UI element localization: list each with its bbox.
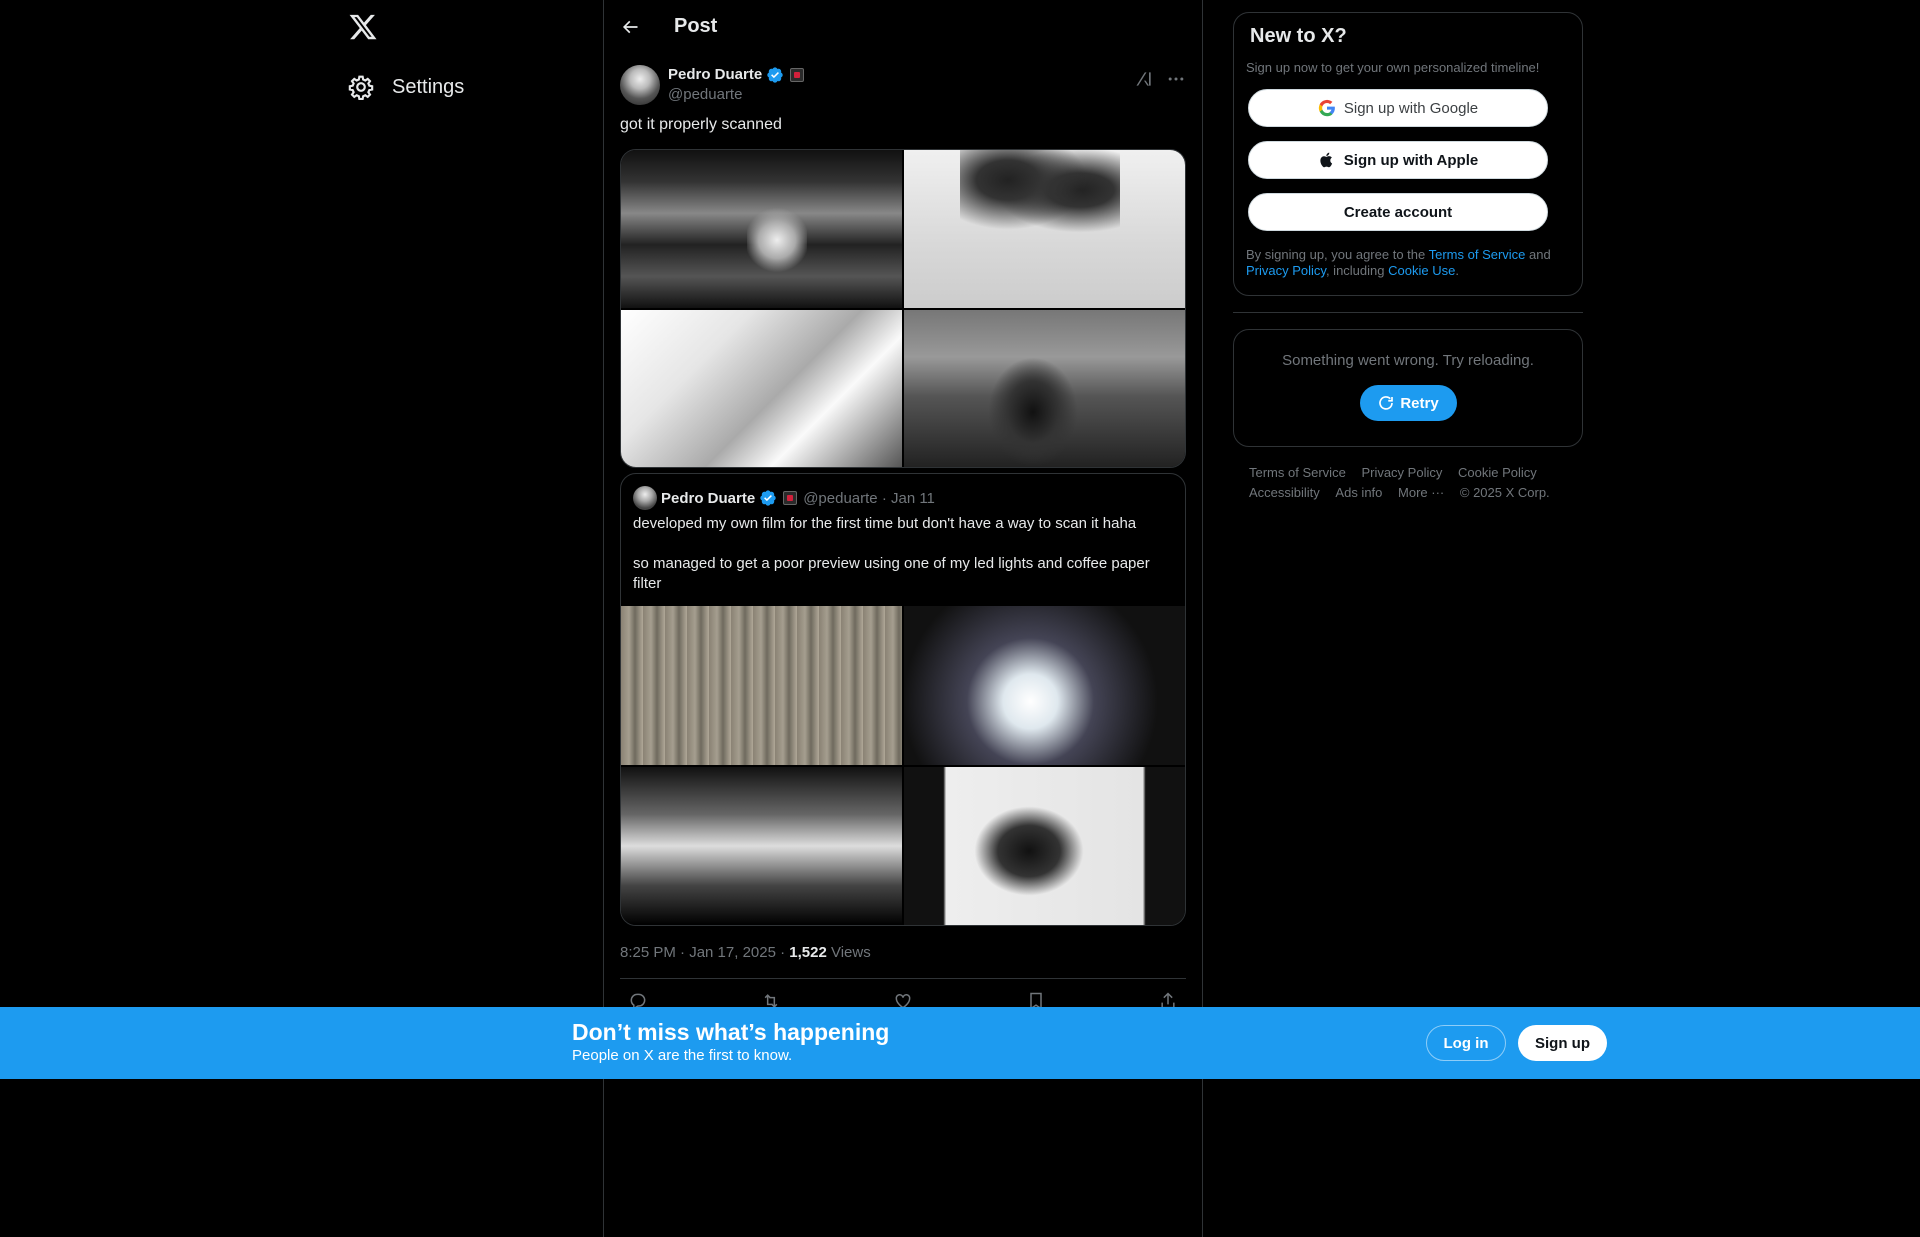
views-label: Views — [826, 944, 871, 961]
google-signup-button[interactable]: Sign up with Google — [1248, 89, 1548, 127]
photo-coffee-filter[interactable] — [621, 606, 902, 765]
top-bar: Post — [604, 0, 1202, 53]
apple-icon — [1320, 152, 1332, 168]
terms-link[interactable]: Terms of Service — [1429, 247, 1526, 262]
quoted-tweet[interactable]: Pedro Duarte @peduarte · Jan 11 develope… — [620, 473, 1186, 926]
footer-link[interactable]: Cookie Policy — [1458, 463, 1537, 483]
divider — [1233, 312, 1583, 313]
quote-avatar — [633, 486, 657, 510]
apple-signup-label: Sign up with Apple — [1343, 151, 1479, 169]
privacy-link[interactable]: Privacy Policy — [1246, 263, 1326, 278]
login-button[interactable]: Log in — [1426, 1025, 1506, 1061]
avatar[interactable] — [620, 65, 660, 105]
photo-negative-palms[interactable] — [904, 766, 1185, 925]
create-account-button[interactable]: Create account — [1248, 193, 1548, 231]
legal-text: , including — [1325, 263, 1389, 278]
quote-author-name: Pedro Duarte — [661, 489, 756, 507]
footer-link[interactable]: Terms of Service — [1249, 463, 1346, 483]
photo-paper-lanterns[interactable] — [621, 309, 902, 467]
footer-link[interactable]: Privacy Policy — [1361, 463, 1442, 483]
back-arrow-icon[interactable] — [620, 17, 640, 37]
tweet-header: Pedro Duarte @peduarte — [620, 53, 1186, 107]
tweet-text: got it properly scanned — [620, 116, 782, 133]
grok-icon[interactable] — [1134, 69, 1154, 89]
x-logo-icon[interactable] — [348, 12, 380, 44]
error-message: Something went wrong. Try reloading. — [1282, 352, 1534, 369]
legal-text: and — [1525, 247, 1551, 262]
photo-mascot-park[interactable] — [904, 309, 1185, 467]
photo-palm-trees[interactable] — [904, 150, 1185, 308]
affiliate-badge-icon — [783, 491, 798, 505]
signup-legal: By signing up, you agree to the Terms of… — [1246, 247, 1566, 279]
author-name[interactable]: Pedro Duarte — [668, 65, 762, 85]
views-count: 1,522 — [789, 944, 827, 961]
footer-link[interactable]: Accessibility — [1249, 483, 1320, 503]
quote-media-grid — [621, 606, 1185, 925]
signup-button[interactable]: Sign up — [1518, 1025, 1607, 1061]
banner-title: Don’t miss what’s happening — [572, 1019, 890, 1045]
quote-text-line-1: developed my own film for the first time… — [633, 515, 1137, 532]
apple-signup-button[interactable]: Sign up with Apple — [1248, 141, 1548, 179]
retry-button[interactable]: Retry — [1359, 385, 1457, 421]
signup-title: New to X? — [1250, 25, 1347, 47]
main-tweet: Pedro Duarte @peduarte got it properly s… — [604, 53, 1202, 1023]
legal-text: . — [1455, 263, 1459, 278]
nav-settings-label: Settings — [392, 75, 465, 98]
error-card: Something went wrong. Try reloading. Ret… — [1233, 329, 1583, 447]
gear-icon — [348, 75, 374, 100]
signup-subtitle: Sign up now to get your own personalized… — [1246, 60, 1540, 75]
quote-text: developed my own film for the first time… — [621, 510, 1185, 606]
create-account-label: Create account — [1343, 203, 1453, 221]
tweet-media-grid — [620, 149, 1186, 468]
google-signup-label: Sign up with Google — [1343, 99, 1479, 117]
right-sidebar: New to X? Sign up now to get your own pe… — [1233, 12, 1583, 503]
photo-santa-train[interactable] — [621, 150, 902, 308]
verified-badge-icon — [767, 67, 783, 83]
quote-meta: @peduarte · Jan 11 — [803, 489, 935, 507]
more-options-icon[interactable] — [1166, 69, 1186, 89]
photo-negative-santa[interactable] — [621, 766, 902, 925]
login-banner: Don’t miss what’s happening People on X … — [0, 1007, 1920, 1079]
nav-settings-link[interactable]: Settings — [348, 70, 464, 104]
quote-text-line-2: so managed to get a poor preview using o… — [633, 555, 1150, 592]
cookie-link[interactable]: Cookie Use — [1388, 263, 1455, 278]
verified-badge-icon — [760, 490, 776, 506]
tweet-meta: 8:25 PM · Jan 17, 2025 · 1,522 Views — [620, 944, 1186, 964]
photo-led-light[interactable] — [904, 606, 1185, 765]
banner-subtitle: People on X are the first to know. — [572, 1047, 793, 1064]
signup-card: New to X? Sign up now to get your own pe… — [1233, 12, 1583, 296]
legal-text: By signing up, you agree to the — [1246, 247, 1429, 262]
retry-label: Retry — [1400, 394, 1439, 412]
tweet-timestamp[interactable]: 8:25 PM · Jan 17, 2025 · — [620, 944, 789, 961]
footer-link[interactable]: Ads info — [1335, 483, 1382, 503]
google-icon — [1318, 99, 1335, 117]
page-title: Post — [674, 15, 718, 37]
affiliate-badge-icon — [790, 68, 805, 82]
author-handle[interactable]: @peduarte — [668, 85, 804, 105]
copyright: © 2025 X Corp. — [1459, 485, 1550, 500]
refresh-icon — [1379, 396, 1394, 410]
footer-links: Terms of Service Privacy Policy Cookie P… — [1233, 463, 1563, 503]
footer-more-link[interactable]: More ··· — [1398, 483, 1444, 503]
